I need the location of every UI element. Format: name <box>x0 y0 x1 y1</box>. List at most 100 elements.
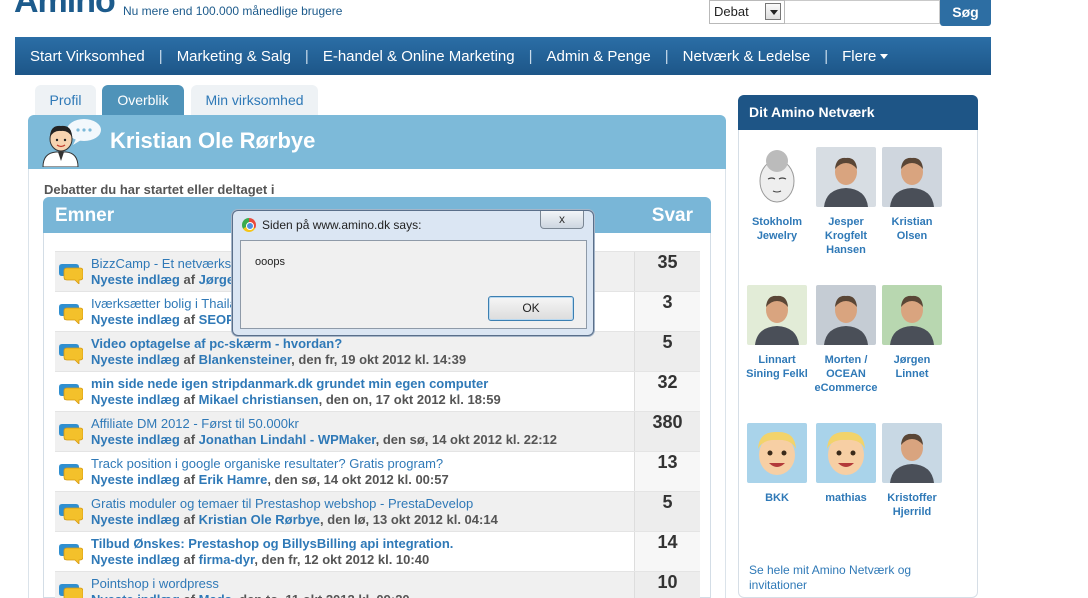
network-member[interactable]: Jesper Krogfelt Hansen <box>811 147 881 257</box>
tab-min-virksomhed[interactable]: Min virksomhed <box>191 85 318 115</box>
topic-meta: Nyeste indlæg af SEOP <box>91 312 235 327</box>
member-photo[interactable] <box>816 423 876 483</box>
network-member[interactable]: Kristoffer Hjerrild <box>877 423 947 519</box>
by-label: af <box>183 312 196 327</box>
nav-more[interactable]: Flere <box>842 47 889 65</box>
ok-button[interactable]: OK <box>488 296 574 321</box>
network-member[interactable]: Jørgen Linnet <box>877 285 947 381</box>
speech-bubble-icon <box>59 424 83 444</box>
profile-name: Kristian Ole Rørbye <box>110 128 316 153</box>
post-date: , den lø, 13 okt 2012 kl. 04:14 <box>320 512 498 527</box>
by-label: af <box>183 432 196 447</box>
topic-title-link[interactable]: Track position i google organiske result… <box>91 456 443 471</box>
topic-title-link[interactable]: Gratis moduler og temaer til Prestashop … <box>91 496 473 511</box>
nav-marketing-salg[interactable]: Marketing & Salg <box>177 48 291 65</box>
network-member[interactable]: Kristian Olsen <box>877 147 947 243</box>
chrome-icon <box>242 218 256 232</box>
member-photo[interactable] <box>882 423 942 483</box>
member-photo[interactable] <box>882 285 942 345</box>
debates-intro: Debatter du har startet eller deltaget i <box>44 182 275 197</box>
member-photo[interactable] <box>816 285 876 345</box>
topic-meta: Nyeste indlæg af Jonathan Lindahl - WPMa… <box>91 432 557 447</box>
see-all-network-link[interactable]: Se hele mit Amino Netværk og invitatione… <box>749 563 949 593</box>
tab-profil[interactable]: Profil <box>35 85 96 115</box>
network-member[interactable]: Stokholm Jewelry <box>742 147 812 243</box>
reply-count: 3 <box>634 292 700 332</box>
nav-separator: | <box>664 47 669 65</box>
member-photo[interactable] <box>747 147 807 207</box>
latest-post-link[interactable]: Nyeste indlæg <box>91 592 180 598</box>
member-name-link[interactable]: Jesper Krogfelt Hansen <box>811 215 881 257</box>
post-date: , den to, 11 okt 2012 kl. 09:20 <box>232 592 410 598</box>
author-link[interactable]: Kristian Ole Rørbye <box>199 512 320 527</box>
topic-title-link[interactable]: Iværksætter bolig i Thaila <box>91 296 237 311</box>
author-link[interactable]: Erik Hamre <box>199 472 268 487</box>
topic-title-link[interactable]: min side nede igen stripdanmark.dk grund… <box>91 376 488 391</box>
network-member[interactable]: mathias <box>811 423 881 505</box>
col-topics: Emner <box>55 205 115 226</box>
author-link[interactable]: Mads <box>199 592 232 598</box>
network-member[interactable]: Linnart Sining Felkl <box>742 285 812 381</box>
latest-post-link[interactable]: Nyeste indlæg <box>91 512 180 527</box>
nav-start-virksomhed[interactable]: Start Virksomhed <box>30 48 145 65</box>
nav-netvaerk-ledelse[interactable]: Netværk & Ledelse <box>683 48 811 65</box>
dialog-message: ooops <box>255 256 285 268</box>
profile-avatar-icon <box>42 119 101 167</box>
latest-post-link[interactable]: Nyeste indlæg <box>91 432 180 447</box>
search-button[interactable]: Søg <box>940 0 991 26</box>
page: Amino Nu mere end 100.000 månedlige brug… <box>0 0 1088 598</box>
latest-post-link[interactable]: Nyeste indlæg <box>91 392 180 407</box>
post-date: , den fr, 12 okt 2012 kl. 10:40 <box>254 552 430 567</box>
reply-count: 32 <box>634 372 700 412</box>
member-name-link[interactable]: mathias <box>811 491 881 505</box>
member-name-link[interactable]: Kristoffer Hjerrild <box>877 491 947 519</box>
speech-bubble-icon <box>59 584 83 598</box>
member-photo[interactable] <box>747 285 807 345</box>
tab-overblik[interactable]: Overblik <box>102 85 184 115</box>
amino-logo[interactable]: Amino <box>14 0 116 21</box>
member-name-link[interactable]: Morten / OCEAN eCommerce <box>811 353 881 395</box>
nav-admin-penge[interactable]: Admin & Penge <box>547 48 651 65</box>
search-input[interactable] <box>785 0 940 24</box>
author-link[interactable]: Mikael christiansen <box>199 392 319 407</box>
author-link[interactable]: SEOP <box>199 312 235 327</box>
author-link[interactable]: Blankensteiner <box>199 352 292 367</box>
author-link[interactable]: firma-dyr <box>199 552 255 567</box>
topic-title-link[interactable]: Tilbud Ønskes: Prestashop og BillysBilli… <box>91 536 453 551</box>
author-link[interactable]: Jonathan Lindahl - WPMaker <box>199 432 376 447</box>
member-photo[interactable] <box>816 147 876 207</box>
close-icon[interactable]: x <box>540 211 584 229</box>
latest-post-link[interactable]: Nyeste indlæg <box>91 552 180 567</box>
table-row: Tilbud Ønskes: Prestashop og BillysBilli… <box>55 531 700 572</box>
member-name-link[interactable]: Kristian Olsen <box>877 215 947 243</box>
speech-bubble-icon <box>59 464 83 484</box>
member-photo[interactable] <box>882 147 942 207</box>
speech-bubble-icon <box>59 384 83 404</box>
member-photo[interactable] <box>747 423 807 483</box>
member-name-link[interactable]: Stokholm Jewelry <box>742 215 812 243</box>
by-label: af <box>183 272 196 287</box>
member-name-link[interactable]: Linnart Sining Felkl <box>742 353 812 381</box>
network-member[interactable]: BKK <box>742 423 812 505</box>
topic-title-link[interactable]: Pointshop i wordpress <box>91 576 219 591</box>
dialog-title: Siden på www.amino.dk says: <box>262 218 422 232</box>
nav-ehandel[interactable]: E-handel & Online Marketing <box>323 48 515 65</box>
network-member[interactable]: Morten / OCEAN eCommerce <box>811 285 881 395</box>
post-date: , den sø, 14 okt 2012 kl. 00:57 <box>267 472 449 487</box>
latest-post-link[interactable]: Nyeste indlæg <box>91 472 180 487</box>
member-name-link[interactable]: Jørgen Linnet <box>877 353 947 381</box>
table-row: Track position i google organiske result… <box>55 451 700 492</box>
latest-post-link[interactable]: Nyeste indlæg <box>91 272 180 287</box>
member-name-link[interactable]: BKK <box>742 491 812 505</box>
latest-post-link[interactable]: Nyeste indlæg <box>91 352 180 367</box>
latest-post-link[interactable]: Nyeste indlæg <box>91 312 180 327</box>
speech-bubble-icon <box>59 504 83 524</box>
nav-more-label: Flere <box>842 47 877 65</box>
topic-meta: Nyeste indlæg af Mads, den to, 11 okt 20… <box>91 592 410 598</box>
topic-title-link[interactable]: BizzCamp - Et netværks <box>91 256 231 271</box>
topic-title-link[interactable]: Affiliate DM 2012 - Først til 50.000kr <box>91 416 299 431</box>
topic-title-link[interactable]: Video optagelse af pc-skærm - hvordan? <box>91 336 342 351</box>
search-category-select[interactable]: Debat <box>709 0 785 24</box>
search-category-value: Debat <box>714 4 749 19</box>
chevron-down-icon[interactable] <box>765 3 781 20</box>
